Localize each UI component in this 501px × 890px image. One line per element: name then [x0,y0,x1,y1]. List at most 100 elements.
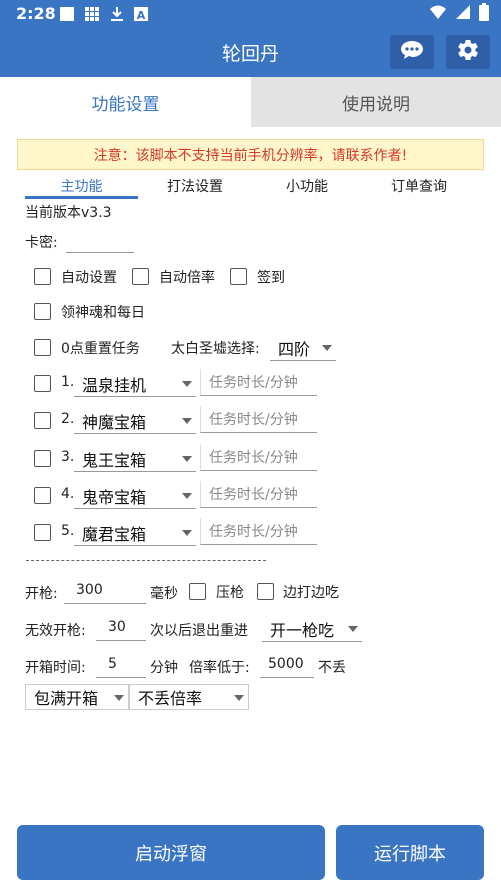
card-label: 卡密: [25,235,58,251]
chevron-down-icon [234,695,244,701]
task-5-checkbox[interactable] [34,524,51,541]
task-2-checkbox[interactable] [34,412,51,429]
auto-settings-checkbox[interactable] [34,268,51,285]
chevron-down-icon [114,695,124,701]
task-4-checkbox[interactable] [34,487,51,504]
chevron-down-icon [182,418,192,424]
chevron-down-icon [182,530,192,536]
drop-multiplier-value: 不丢倍率 [138,689,203,708]
press-gun-label: 压枪 [216,585,244,601]
taibai-value: 四阶 [278,339,311,359]
sign-in-checkbox[interactable] [230,268,247,285]
reset-task-checkbox[interactable] [34,339,51,356]
task-2-value: 神魔宝箱 [82,412,147,432]
task-3-checkbox[interactable] [34,450,51,467]
taibai-label: 太白圣墟选择: [171,341,260,357]
drop-multiplier-select[interactable]: 不丢倍率 [129,684,249,710]
fire-unit-label: 毫秒 [150,586,178,602]
multiplier-input[interactable]: 5000 [260,651,314,678]
chevron-down-icon [348,626,358,632]
press-gun-checkbox[interactable] [189,583,206,600]
section-divider [26,560,266,561]
svg-text:A: A [137,9,146,22]
task-1-select[interactable]: 温泉挂机 [74,371,196,397]
invalid-fire-select[interactable]: 开一枪吃 [262,616,362,642]
chat-button[interactable] [390,35,434,69]
task-3-select[interactable]: 鬼王宝箱 [74,446,196,472]
chevron-down-icon [182,381,192,387]
invalid-fire-suffix: 次以后退出重进 [150,623,248,639]
battery-icon [479,3,489,25]
run-script-button[interactable]: 运行脚本 [336,825,484,880]
task-1-number: 1. [61,374,75,390]
subtab-small-features[interactable]: 小功能 [252,176,362,196]
task-1-duration-input[interactable]: 任务时长/分钟 [200,369,317,396]
task-2-number: 2. [61,411,75,427]
resolution-warning: 注意：该脚本不支持当前手机分辨率，请联系作者! [17,139,484,170]
version-label: 当前版本v3.3 [25,205,112,221]
auto-multiplier-label: 自动倍率 [159,270,215,286]
chevron-down-icon [322,345,332,351]
signal-icon [455,4,471,24]
task-5-select[interactable]: 魔君宝箱 [74,520,196,546]
a-icon: A [133,6,149,22]
tab-usage-instructions[interactable]: 使用说明 [251,77,501,127]
task-3-number: 3. [61,449,75,465]
task-5-number: 5. [61,523,75,539]
task-4-duration-input[interactable]: 任务时长/分钟 [200,481,317,508]
status-bar: 2:28 A [0,0,501,27]
box-mode-value: 包满开箱 [34,689,99,708]
task-3-value: 鬼王宝箱 [82,450,147,470]
task-4-value: 鬼帝宝箱 [82,487,147,507]
status-time: 2:28 [16,4,56,23]
subtab-main[interactable]: 主功能 [25,176,138,196]
invalid-fire-input[interactable]: 30 [96,614,146,641]
app-bar: 轮回丹 [0,27,501,77]
task-1-checkbox[interactable] [34,375,51,392]
notification-square-icon [59,6,75,22]
fire-label: 开枪: [25,586,58,602]
card-input[interactable] [66,226,134,253]
start-float-window-button[interactable]: 启动浮窗 [17,825,325,880]
top-tabs: 功能设置 使用说明 [0,77,501,127]
settings-button[interactable] [446,35,490,69]
soul-daily-checkbox[interactable] [34,303,51,320]
task-2-duration-input[interactable]: 任务时长/分钟 [200,406,317,433]
chevron-down-icon [182,493,192,499]
soul-daily-label: 领神魂和每日 [61,305,145,321]
task-4-select[interactable]: 鬼帝宝箱 [74,483,196,509]
task-5-duration-input[interactable]: 任务时长/分钟 [200,518,317,545]
task-5-value: 魔君宝箱 [82,524,147,544]
fire-interval-input[interactable]: 300 [64,577,146,604]
sign-in-label: 签到 [257,270,285,286]
wifi-icon [429,4,447,24]
box-time-unit: 分钟 [150,660,178,676]
chat-icon [400,39,424,65]
gear-icon [456,38,480,66]
auto-settings-label: 自动设置 [61,270,117,286]
multiplier-suffix: 不丢 [318,660,346,676]
invalid-fire-label: 无效开枪: [25,623,86,639]
tab-function-settings[interactable]: 功能设置 [0,77,251,127]
invalid-fire-select-value: 开一枪吃 [270,620,335,640]
box-time-label: 开箱时间: [25,660,86,676]
task-2-select[interactable]: 神魔宝箱 [74,408,196,434]
multiplier-label: 倍率低于: [189,660,250,676]
grid-icon [84,6,100,22]
box-mode-select[interactable]: 包满开箱 [25,684,129,710]
chevron-down-icon [182,456,192,462]
status-right [429,3,489,25]
subtab-order-query[interactable]: 订单查询 [364,176,474,196]
subtab-indicator [25,196,138,199]
task-4-number: 4. [61,486,75,502]
subtab-play-settings[interactable]: 打法设置 [140,176,250,196]
download-icon [109,6,125,22]
task-3-duration-input[interactable]: 任务时长/分钟 [200,444,317,471]
reset-task-label: 0点重置任务 [61,341,140,357]
shoot-eat-checkbox[interactable] [257,583,274,600]
taibai-select[interactable]: 四阶 [270,335,336,361]
auto-multiplier-checkbox[interactable] [132,268,149,285]
task-1-value: 温泉挂机 [82,375,147,395]
box-time-input[interactable]: 5 [96,651,146,678]
sub-tabs: 主功能 打法设置 小功能 订单查询 [0,172,501,200]
